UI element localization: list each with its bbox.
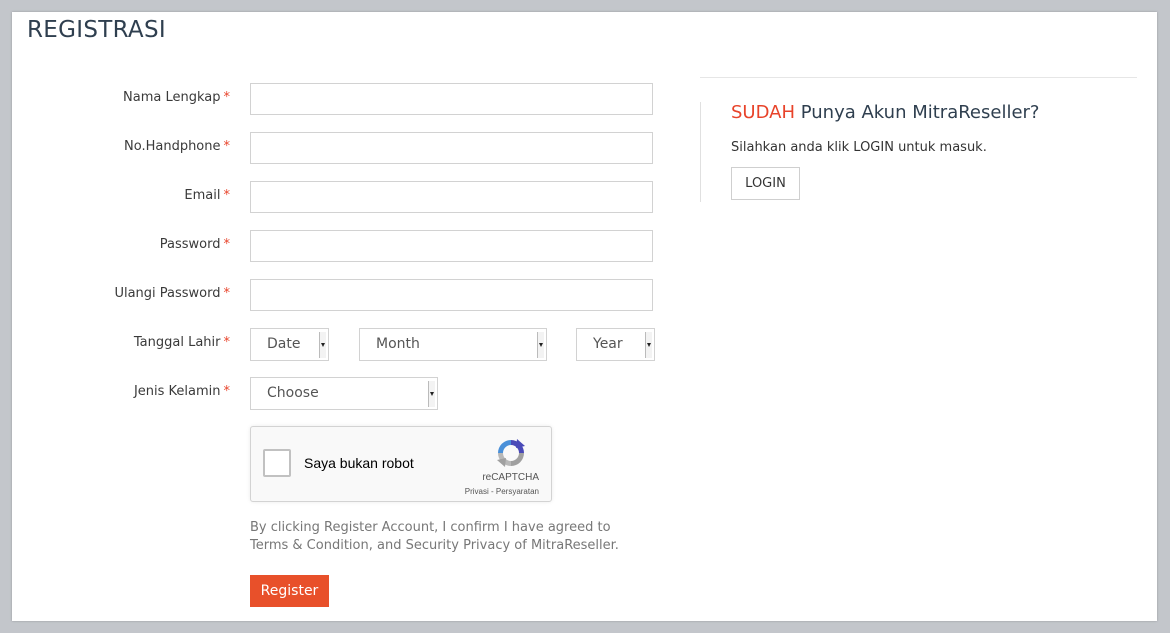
register-button[interactable]: Register	[250, 575, 329, 607]
required-mark: *	[223, 335, 231, 350]
chevron-down-icon	[319, 332, 326, 358]
month-select[interactable]: Month	[359, 328, 547, 361]
gender-select[interactable]: Choose	[250, 377, 438, 410]
email-input[interactable]	[250, 181, 653, 213]
recaptcha-checkbox[interactable]	[263, 449, 291, 477]
required-mark: *	[223, 237, 231, 252]
chevron-down-icon	[645, 332, 652, 358]
chevron-down-icon	[428, 381, 435, 407]
login-heading-accent: SUDAH	[731, 102, 795, 123]
required-mark: *	[223, 139, 231, 154]
confirm-password-input[interactable]	[250, 279, 653, 311]
recaptcha-links[interactable]: Privasi - Persyaratan	[465, 487, 539, 496]
gender-label-text: Jenis Kelamin	[133, 384, 221, 399]
nama-label-text: Nama Lengkap	[123, 90, 221, 105]
recaptcha-brand: reCAPTCHA	[482, 472, 539, 483]
required-mark: *	[223, 188, 231, 203]
year-select-value: Year	[593, 336, 623, 352]
nama-label: Nama Lengkap *	[123, 90, 230, 105]
password-label-text: Password	[159, 237, 221, 252]
email-label: Email *	[184, 188, 230, 203]
required-mark: *	[223, 286, 231, 301]
recaptcha-widget: Saya bukan robot reCAPTCHA Privasi - Per…	[250, 426, 552, 502]
phone-label: No.Handphone *	[124, 139, 230, 154]
date-select-value: Date	[267, 336, 301, 352]
gender-label: Jenis Kelamin *	[134, 384, 230, 399]
phone-input[interactable]	[250, 132, 653, 164]
recaptcha-label: Saya bukan robot	[304, 455, 414, 471]
login-heading-rest: Punya Akun MitraReseller?	[795, 102, 1040, 123]
registration-panel: REGISTRASI Nama Lengkap * No.Handphone * E…	[12, 12, 1157, 621]
phone-label-text: No.Handphone	[124, 139, 221, 154]
required-mark: *	[223, 384, 231, 399]
chevron-down-icon	[537, 332, 544, 358]
nama-input[interactable]	[250, 83, 653, 115]
year-select[interactable]: Year	[576, 328, 655, 361]
birthdate-label-text: Tanggal Lahir	[133, 335, 221, 350]
birthdate-label: Tanggal Lahir *	[134, 335, 230, 350]
login-panel: SUDAH Punya Akun MitraReseller? Silahkan…	[700, 102, 1138, 202]
gender-select-value: Choose	[267, 385, 319, 401]
confirm-password-label-text: Ulangi Password	[114, 286, 221, 301]
confirm-password-label: Ulangi Password *	[114, 286, 230, 301]
month-select-value: Month	[376, 336, 420, 352]
login-text: Silahkan anda klik LOGIN untuk masuk.	[731, 140, 987, 155]
email-label-text: Email	[184, 188, 221, 203]
terms-text: By clicking Register Account, I confirm …	[250, 520, 619, 553]
divider	[700, 77, 1137, 78]
page-title: REGISTRASI	[27, 17, 166, 43]
password-label: Password *	[160, 237, 230, 252]
date-select[interactable]: Date	[250, 328, 329, 361]
required-mark: *	[223, 90, 231, 105]
recaptcha-logo-icon	[497, 439, 525, 467]
login-heading: SUDAH Punya Akun MitraReseller?	[731, 102, 1039, 123]
password-input[interactable]	[250, 230, 653, 262]
login-button[interactable]: LOGIN	[731, 167, 800, 200]
